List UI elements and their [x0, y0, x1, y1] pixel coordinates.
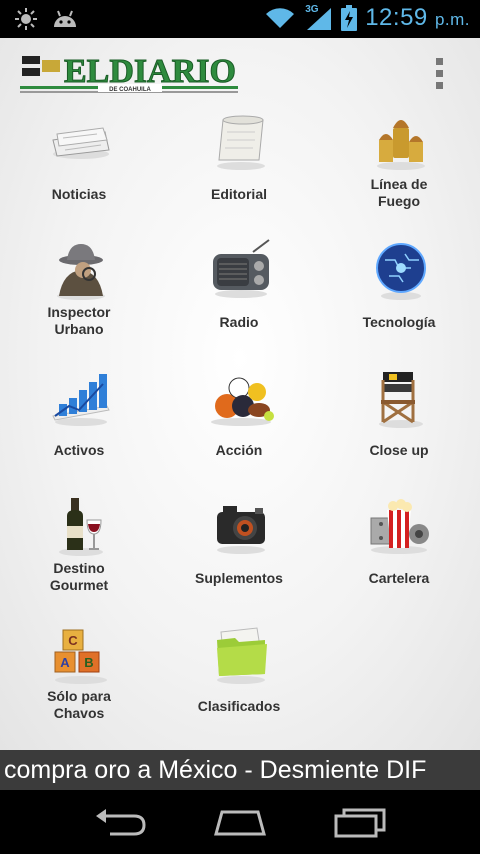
- section-activos[interactable]: Activos: [4, 358, 154, 486]
- section-label: Radio: [219, 314, 259, 330]
- navigation-bar: [0, 790, 480, 854]
- clock: 12:59 p.m.: [365, 4, 470, 32]
- section-solo-para-chavos[interactable]: C A B Sólo para Chavos: [4, 614, 154, 742]
- section-label-line2: Urbano: [54, 321, 104, 337]
- section-label: Tecnología: [362, 314, 436, 330]
- section-close-up[interactable]: Close up: [324, 358, 474, 486]
- radio-icon: [213, 239, 270, 298]
- section-inspector-urbano[interactable]: Inspector Urbano: [4, 230, 154, 358]
- newspaper-icon: [52, 127, 110, 159]
- svg-text:B: B: [84, 655, 93, 670]
- clock-time: 12:59: [365, 4, 428, 31]
- home-icon: [214, 810, 266, 836]
- recent-apps-icon: [334, 808, 386, 838]
- section-label: Clasificados: [197, 698, 281, 714]
- wine-icon: [59, 498, 103, 556]
- section-editorial[interactable]: Editorial: [164, 102, 314, 230]
- section-label: Acción: [215, 442, 263, 458]
- android-icon: [54, 10, 76, 27]
- scroll-icon: [217, 115, 265, 170]
- detective-icon: [57, 244, 105, 300]
- toy-blocks-icon: C A B: [54, 629, 107, 684]
- battery-charging-icon: [341, 5, 358, 31]
- section-cartelera[interactable]: Cartelera: [324, 486, 474, 614]
- section-label: Línea de: [370, 176, 428, 192]
- clock-ampm: p.m.: [434, 10, 470, 29]
- ticker-text: compra oro a México - Desmiente DIF: [4, 756, 427, 784]
- status-bar: 3G 12:59 p.m.: [0, 0, 480, 38]
- section-suplementos[interactable]: Suplementos: [164, 486, 314, 614]
- section-label: Editorial: [210, 186, 267, 202]
- section-label: Destino: [53, 560, 105, 576]
- news-ticker[interactable]: compra oro a México - Desmiente DIF: [0, 750, 480, 790]
- overflow-menu-button[interactable]: [436, 58, 444, 90]
- back-button[interactable]: [90, 806, 150, 838]
- section-accion[interactable]: Acción: [164, 358, 314, 486]
- director-chair-icon: [379, 372, 423, 428]
- section-label: Close up: [369, 442, 429, 458]
- section-label: Activos: [53, 442, 105, 458]
- el-diario-logo[interactable]: ELDIARIO DE COAHUILA: [20, 50, 240, 96]
- bar-chart-icon: [52, 374, 110, 426]
- camera-icon: [217, 506, 265, 554]
- svg-text:C: C: [68, 633, 78, 648]
- wifi-icon: [266, 8, 295, 28]
- section-label-line2: Chavos: [53, 705, 105, 721]
- globe-circuit-icon: [376, 243, 426, 300]
- sports-balls-icon: [211, 377, 274, 426]
- section-linea-de-fuego[interactable]: Línea de Fuego: [324, 102, 474, 230]
- section-label: Sólo para: [47, 688, 111, 704]
- section-label: Inspector: [47, 304, 111, 320]
- brightness-icon: [15, 8, 37, 30]
- signal-icon: [307, 8, 332, 30]
- section-label: Cartelera: [368, 570, 430, 586]
- section-destino-gourmet[interactable]: Destino Gourmet: [4, 486, 154, 614]
- back-icon: [96, 809, 146, 836]
- section-radio[interactable]: Radio: [164, 230, 314, 358]
- section-label: Suplementos: [195, 570, 283, 586]
- section-clasificados[interactable]: Clasificados: [164, 614, 314, 742]
- home-button[interactable]: [210, 806, 270, 838]
- app-screen: ELDIARIO DE COAHUILA Noticias Editorial …: [0, 38, 480, 750]
- section-label-line2: Gourmet: [49, 577, 109, 593]
- folder-icon: [217, 627, 267, 684]
- app-header: ELDIARIO DE COAHUILA: [0, 38, 480, 102]
- svg-text:A: A: [60, 655, 70, 670]
- popcorn-film-icon: [370, 499, 429, 554]
- bullets-icon: [377, 120, 425, 170]
- recent-apps-button[interactable]: [330, 806, 390, 838]
- section-label: Noticias: [51, 186, 107, 202]
- section-noticias[interactable]: Noticias: [4, 102, 154, 230]
- svg-text:DE COAHUILA: DE COAHUILA: [109, 87, 151, 93]
- section-tecnologia[interactable]: Tecnología: [324, 230, 474, 358]
- section-label-line2: Fuego: [378, 193, 420, 209]
